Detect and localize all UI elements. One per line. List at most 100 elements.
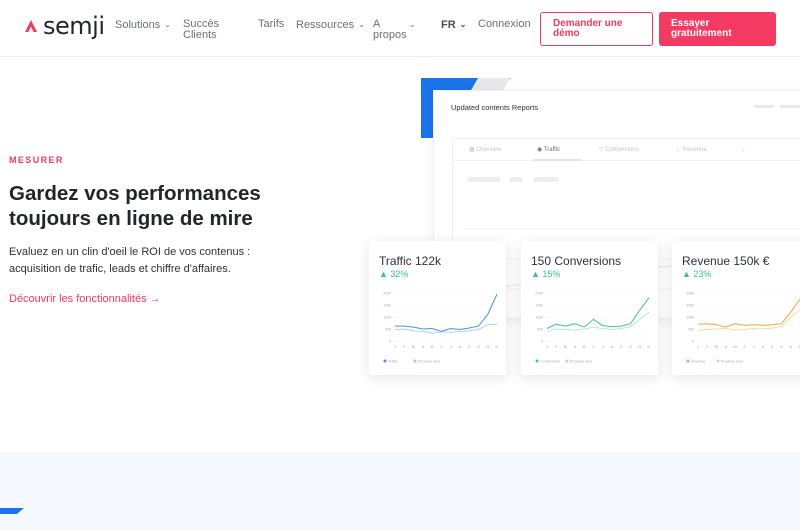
nav-solutions-label: Solutions bbox=[115, 19, 161, 31]
tab-traffic[interactable]: ◉ Traffic bbox=[537, 146, 560, 153]
x-tick-label: S bbox=[771, 344, 774, 349]
brand-name: semji bbox=[43, 12, 105, 40]
conversions-card-delta: ▲ 15% bbox=[531, 269, 561, 279]
x-tick-label: O bbox=[629, 344, 632, 349]
nav-success-stories[interactable]: Succès Clients bbox=[183, 19, 233, 41]
semji-logo[interactable]: semji bbox=[24, 12, 105, 40]
nav-resources-label: Ressources bbox=[296, 19, 355, 31]
nav-pricing-label: Tarifs bbox=[258, 18, 285, 30]
hero-description: Evaluez en un clin d'oeil le ROI de vos … bbox=[9, 246, 251, 275]
login-link[interactable]: Connexion bbox=[478, 19, 531, 30]
x-tick-label: A bbox=[762, 344, 765, 349]
x-tick-label: D bbox=[496, 344, 499, 349]
request-demo-button[interactable]: Demander une démo bbox=[540, 12, 653, 46]
discover-features-link[interactable]: Découvrir les fonctionnalités → bbox=[9, 293, 161, 305]
x-tick-label: F bbox=[403, 344, 406, 349]
dashboard-title: Updated contents Reports bbox=[451, 103, 539, 112]
y-tick-label: 100k bbox=[383, 316, 391, 320]
tab-conversions[interactable]: ▽ Conversions bbox=[599, 146, 639, 153]
semji-logo-mark-icon bbox=[25, 20, 37, 32]
tab-traffic-label: Traffic bbox=[543, 147, 561, 153]
placeholder-bar bbox=[509, 177, 523, 182]
legend-label: Conversions bbox=[540, 360, 560, 364]
chevron-down-icon: ⌄ bbox=[459, 20, 467, 29]
nav-solutions[interactable]: Solutions ⌄ bbox=[115, 19, 171, 31]
next-section-background bbox=[0, 452, 800, 530]
traffic-line-chart: 200k150k100k50k0J F M A M J J A S O N DTraffic Previ… bbox=[383, 292, 499, 364]
traffic-card-title: Traffic 122k bbox=[379, 254, 442, 268]
x-tick-label: M bbox=[733, 344, 736, 349]
request-demo-label: Demander une démo bbox=[553, 18, 623, 39]
revenue-line-chart: 200k150k100k50k0JFMAMJJASONDRevenuePrevi… bbox=[686, 292, 800, 364]
x-tick-label: M bbox=[564, 344, 567, 349]
legend-marker bbox=[686, 359, 690, 363]
x-tick-label: A bbox=[459, 344, 462, 349]
x-tick-label: J bbox=[394, 344, 396, 349]
y-tick-label: 200k bbox=[686, 292, 694, 296]
x-tick-label: D bbox=[648, 344, 651, 349]
tab-revenue-label: Revenue bbox=[682, 147, 707, 153]
x-tick-label: F bbox=[555, 344, 558, 349]
nav-success-stories-label: Succès Clients bbox=[183, 18, 220, 41]
x-tick-label: A bbox=[421, 344, 424, 349]
nav-about[interactable]: A propos⌄ bbox=[373, 19, 428, 41]
section-eyebrow: MESURER bbox=[9, 155, 64, 165]
legend-marker bbox=[535, 359, 539, 363]
legend-marker bbox=[383, 359, 387, 363]
nav-about-label: A propos bbox=[373, 18, 407, 41]
conversions-line-chart: 200k150k100k50k0J F M A M J J A S O N DConversions P… bbox=[535, 292, 651, 364]
traffic-card: Traffic 122k ▲ 32% 200k 150k 100k 50k 0 J F M A M… bbox=[369, 241, 506, 375]
y-tick-label: 100k bbox=[535, 316, 543, 320]
x-tick-label: J bbox=[743, 344, 745, 349]
legend-label: Revenue bbox=[691, 360, 705, 364]
active-tab-indicator bbox=[533, 159, 581, 161]
legend-marker bbox=[413, 359, 417, 363]
conversions-card-title: 150 Conversions bbox=[531, 254, 622, 268]
free-trial-button[interactable]: Essayer gratuitement bbox=[659, 12, 776, 46]
tab-revenue[interactable]: ⋮ Revenue bbox=[675, 146, 707, 153]
x-tick-label: J bbox=[592, 344, 594, 349]
x-tick-label: F bbox=[706, 344, 709, 349]
x-tick-label: M bbox=[430, 344, 433, 349]
legend-marker bbox=[716, 359, 720, 363]
panel-placeholder-bars bbox=[754, 105, 800, 108]
x-tick-label: A bbox=[611, 344, 614, 349]
legend-label: Previous year bbox=[418, 360, 441, 364]
x-tick-label: M bbox=[715, 344, 718, 349]
y-tick-label: 200k bbox=[535, 292, 543, 296]
login-label: Connexion bbox=[478, 18, 531, 30]
chevron-down-icon: ⌄ bbox=[164, 20, 171, 29]
x-tick-label: J bbox=[697, 344, 699, 349]
dashboard-tabs: ▦ Overview ◉ Traffic ▽ Conversions ⋮ Rev… bbox=[453, 139, 800, 161]
x-tick-label: A bbox=[724, 344, 727, 349]
x-tick-label: N bbox=[638, 344, 641, 349]
nav-resources[interactable]: Ressources ⌄ bbox=[296, 19, 365, 31]
x-tick-label: J bbox=[450, 344, 452, 349]
legend-label: Traffic bbox=[388, 360, 398, 364]
chevron-down-icon[interactable]: ⌄ bbox=[741, 146, 746, 153]
x-tick-label: J bbox=[440, 344, 442, 349]
current-series-line bbox=[395, 293, 498, 332]
top-navbar: semji Solutions ⌄ Succès Clients Tarifs R… bbox=[0, 0, 800, 57]
conversions-card: 150 Conversions ▲ 15% 200k 150k 100k 50k 0 J F… bbox=[521, 241, 658, 375]
revenue-card-title: Revenue 150k € bbox=[682, 254, 770, 268]
y-tick-label: 150k bbox=[686, 304, 694, 308]
y-tick-label: 200k bbox=[383, 292, 391, 296]
x-tick-label: J bbox=[546, 344, 548, 349]
nav-pricing[interactable]: Tarifs bbox=[258, 19, 284, 30]
y-tick-label: 100k bbox=[686, 316, 694, 320]
tab-conversions-label: Conversions bbox=[605, 147, 639, 153]
y-tick-label: 50k bbox=[385, 328, 391, 332]
language-selector[interactable]: FR ⌄ bbox=[441, 19, 466, 31]
y-tick-label: 50k bbox=[688, 328, 694, 332]
y-tick-label: 0 bbox=[541, 340, 543, 344]
free-trial-label: Essayer gratuitement bbox=[671, 18, 732, 39]
x-tick-label: S bbox=[620, 344, 623, 349]
chevron-down-icon: ⌄ bbox=[358, 20, 365, 29]
x-tick-label: N bbox=[486, 344, 489, 349]
tab-overview[interactable]: ▦ Overview bbox=[469, 146, 501, 153]
x-tick-label: A bbox=[573, 344, 576, 349]
x-tick-label: M bbox=[412, 344, 415, 349]
previous-year-series-line bbox=[546, 311, 650, 332]
legend-marker bbox=[565, 359, 569, 363]
